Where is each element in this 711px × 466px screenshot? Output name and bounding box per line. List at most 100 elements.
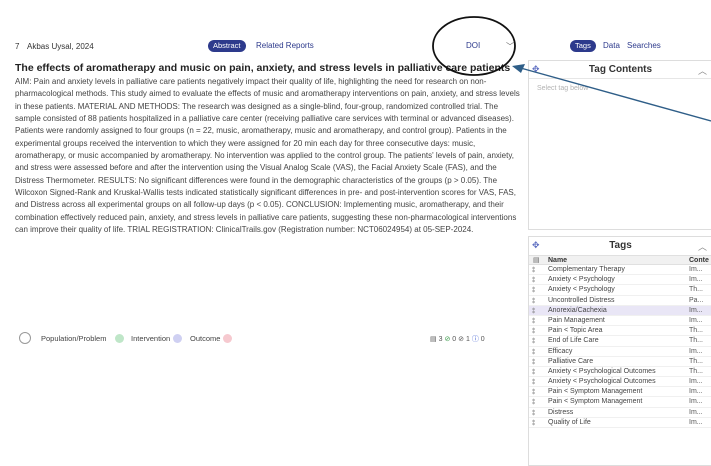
tag-content: Im...	[689, 418, 703, 426]
select-radio[interactable]	[19, 332, 31, 344]
tag-row[interactable]: ⁑ Anxiety < Psychological Outcomes Im...	[529, 377, 711, 388]
tag-content: Im...	[689, 306, 703, 314]
tag-name: Anxiety < Psychology	[548, 286, 615, 294]
tag-name: Anorexia/Cachexia	[548, 306, 607, 314]
tag-row[interactable]: ⁑ Palliative Care Th...	[529, 357, 711, 367]
tag-name: Anxiety < Psychological Outcomes	[548, 378, 656, 386]
tab-data[interactable]: Data	[603, 41, 620, 50]
tag-row[interactable]: ⁑ Uncontrolled Distress Pa...	[529, 296, 711, 306]
tag-content: Pa...	[689, 296, 704, 304]
tag-content: Th...	[689, 327, 704, 335]
tag-contents-title: Tag Contents	[588, 64, 653, 75]
tag-row[interactable]: ⁑ End of Life Care Th...	[529, 336, 711, 347]
record-author-year: Akbas Uysal, 2024	[27, 42, 94, 51]
list-icon: ▤	[430, 336, 437, 343]
tag-icon: ⁑	[532, 287, 536, 295]
info-icon: ⓘ	[471, 336, 479, 343]
doi-link[interactable]: DOI	[466, 41, 480, 50]
document-icon: ▤	[533, 257, 540, 264]
tag-content: Im...	[689, 408, 703, 416]
tab-searches[interactable]: Searches	[627, 41, 661, 50]
tag-row[interactable]: ⁑ Pain < Symptom Management Im...	[529, 397, 711, 408]
column-name[interactable]: Name	[548, 257, 567, 264]
tags-panel: ✥ Tags ︿ ▤ Name Conte ⁑ Complementary The…	[528, 236, 711, 466]
tag-name: Anxiety < Psychological Outcomes	[548, 367, 656, 375]
tag-row[interactable]: ⁑ Pain < Symptom Management Im...	[529, 387, 711, 398]
pico-outcome-label[interactable]: Outcome	[190, 334, 220, 343]
chevron-up-icon[interactable]: ︿	[698, 64, 707, 77]
tag-icon: ⁑	[532, 277, 536, 285]
tag-content: Im...	[689, 398, 703, 406]
tag-icon: ⁑	[532, 338, 536, 346]
tag-name: Pain < Symptom Management	[548, 398, 643, 406]
tag-icon: ⁑	[532, 368, 536, 376]
tag-row[interactable]: ⁑ Quality of Life Im...	[529, 418, 711, 428]
tag-row[interactable]: ⁑ Complementary Therapy Im...	[529, 265, 711, 276]
tag-icon: ⁑	[532, 409, 536, 417]
outcome-color-dot	[223, 334, 232, 343]
pico-intervention-label[interactable]: Intervention	[131, 334, 170, 343]
chevron-down-icon[interactable]: ﹀	[506, 41, 514, 52]
tag-icon: ⁑	[532, 297, 536, 305]
tag-content: Th...	[689, 357, 704, 365]
tag-icon: ⁑	[532, 399, 536, 407]
tag-name: Distress	[548, 408, 574, 416]
chevron-up-icon[interactable]: ︿	[698, 240, 707, 253]
tag-content: Im...	[689, 378, 703, 386]
tags-table-body: ⁑ Complementary Therapy Im... ⁑ Anxiety < Ps…	[529, 265, 711, 428]
tag-name: Efficacy	[548, 347, 573, 355]
tag-contents-placeholder: Select tag below	[537, 85, 589, 92]
record-index: 7	[15, 42, 20, 51]
tab-abstract[interactable]: Abstract	[208, 40, 246, 52]
tag-row[interactable]: ⁑ Efficacy Im...	[529, 347, 711, 357]
annotation-counts: ▤ 3 ⊘ 0 ⊘ 1 ⓘ 0	[430, 336, 485, 343]
clock-icon: ⊘	[458, 336, 464, 343]
tab-tags[interactable]: Tags	[570, 40, 596, 52]
tag-name: Uncontrolled Distress	[548, 296, 615, 304]
tag-name: Pain Management	[548, 316, 605, 324]
tag-content: Th...	[689, 286, 704, 294]
tag-content: Im...	[689, 266, 703, 273]
tag-contents-header: ✥ Tag Contents ︿	[529, 61, 711, 79]
tag-icon: ⁑	[532, 389, 536, 397]
tag-icon: ⁑	[532, 419, 536, 427]
tag-content: Im...	[689, 388, 703, 396]
tag-content: Im...	[689, 316, 703, 324]
tab-related-reports[interactable]: Related Reports	[256, 41, 314, 50]
record-header: 7 Akbas Uysal, 2024 Abstract Related Rep…	[0, 0, 530, 52]
tag-row[interactable]: ⁑ Distress Im...	[529, 408, 711, 418]
check-icon: ⊘	[444, 336, 451, 343]
tag-contents-panel: ✥ Tag Contents ︿ Select tag below	[528, 60, 711, 230]
column-content[interactable]: Conte	[689, 257, 709, 264]
intervention-color-dot	[173, 334, 182, 343]
tag-row[interactable]: ⁑ Pain < Topic Area Th...	[529, 326, 711, 337]
tag-row[interactable]: ⁑ Anxiety < Psychological Outcomes Th...	[529, 367, 711, 378]
right-panel-tabs: Tags Data Searches	[570, 40, 711, 54]
tag-content: Th...	[689, 367, 704, 375]
tag-name: Anxiety < Psychology	[548, 276, 615, 284]
tag-name: Palliative Care	[548, 357, 594, 365]
tag-icon: ⁑	[532, 379, 536, 387]
population-color-dot	[115, 334, 124, 343]
tag-icon: ⁑	[532, 358, 536, 366]
tags-table-header: ▤ Name Conte	[529, 255, 711, 265]
tag-name: Pain < Symptom Management	[548, 388, 643, 396]
tag-row[interactable]: ⁑ Anorexia/Cachexia Im...	[529, 305, 711, 316]
tag-icon: ⁑	[532, 328, 536, 336]
tag-icon: ⁑	[532, 348, 536, 356]
tag-row[interactable]: ⁑ Pain Management Im...	[529, 316, 711, 327]
tag-content: Th...	[689, 337, 704, 345]
record-title: The effects of aromatherapy and music on…	[15, 62, 511, 74]
pico-row: Population/Problem Intervention Outcome …	[15, 331, 520, 345]
tag-content: Im...	[689, 276, 703, 284]
tag-row[interactable]: ⁑ Anxiety < Psychology Th...	[529, 285, 711, 296]
tag-name: Quality of Life	[548, 418, 591, 426]
tag-icon: ⁑	[532, 267, 536, 274]
tags-title: Tags	[609, 240, 632, 251]
tag-icon: ⁑	[532, 317, 536, 325]
tag-icon: ⁑	[532, 307, 536, 315]
tag-name: Complementary Therapy	[548, 266, 625, 273]
tag-name: Pain < Topic Area	[548, 327, 603, 335]
pico-population-label[interactable]: Population/Problem	[41, 334, 106, 343]
tag-row[interactable]: ⁑ Anxiety < Psychology Im...	[529, 275, 711, 286]
